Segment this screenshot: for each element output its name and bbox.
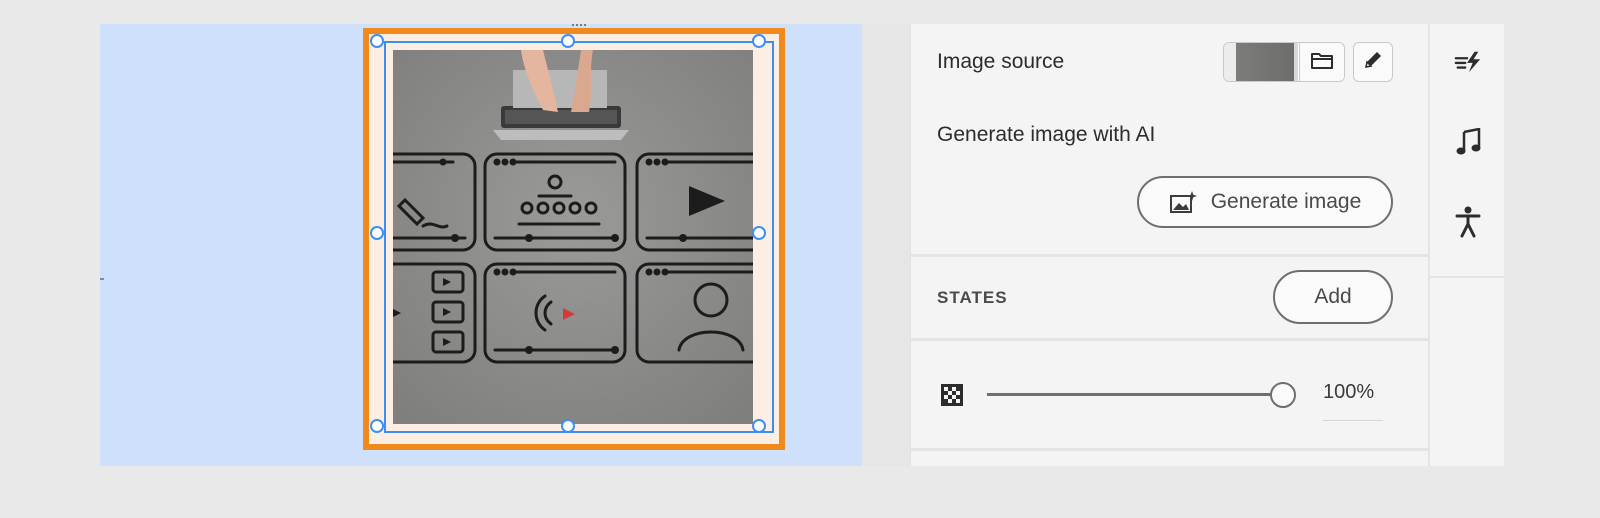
folder-icon [1310,50,1334,75]
canvas-gutter [862,24,910,466]
rail-divider [1430,276,1504,278]
resize-handle-top-right[interactable] [752,34,766,48]
edit-image-button[interactable] [1353,42,1393,82]
image-source-label: Image source [937,50,1065,73]
image-source-picker[interactable] [1223,42,1345,82]
resize-handle-right[interactable] [752,226,766,240]
slide-canvas[interactable] [100,24,862,466]
add-state-button[interactable]: Add [1273,270,1393,324]
resize-handle-bottom[interactable] [561,419,575,433]
resize-handle-left[interactable] [370,226,384,240]
properties-panel: Image source Generate image with AI Gene… [910,24,1429,466]
opacity-slider-thumb[interactable] [1270,382,1296,408]
generate-image-label: Generate image [1210,190,1362,213]
opacity-value-underline [1323,420,1383,421]
resize-handle-top-left[interactable] [370,34,384,48]
app-window: Image source Generate image with AI Gene… [100,24,1504,466]
generate-ai-label: Generate image with AI [937,123,1156,146]
image-source-thumbnail[interactable] [1224,43,1298,81]
image-sparkle-icon [1169,190,1197,214]
section-divider [911,254,1429,257]
pencil-icon [1362,49,1384,76]
checkerboard-icon [941,384,963,411]
resize-handle-bottom-right[interactable] [752,419,766,433]
canvas-edge-marker [100,278,104,280]
music-note-icon[interactable] [1454,128,1482,156]
resize-handle-bottom-left[interactable] [370,419,384,433]
accessibility-icon[interactable] [1454,206,1482,238]
opacity-value[interactable]: 100% [1323,381,1374,404]
opacity-slider-track[interactable] [987,393,1283,396]
section-divider [911,448,1429,451]
selection-box [384,41,774,433]
section-divider [911,338,1429,341]
icon-rail [1428,24,1504,466]
browse-folder-button[interactable] [1299,43,1344,81]
effects-icon[interactable] [1454,48,1482,76]
resize-handle-top[interactable] [561,34,575,48]
states-heading: STATES [937,288,1008,307]
add-state-label: Add [1314,285,1352,308]
generate-image-button[interactable]: Generate image [1137,176,1393,228]
